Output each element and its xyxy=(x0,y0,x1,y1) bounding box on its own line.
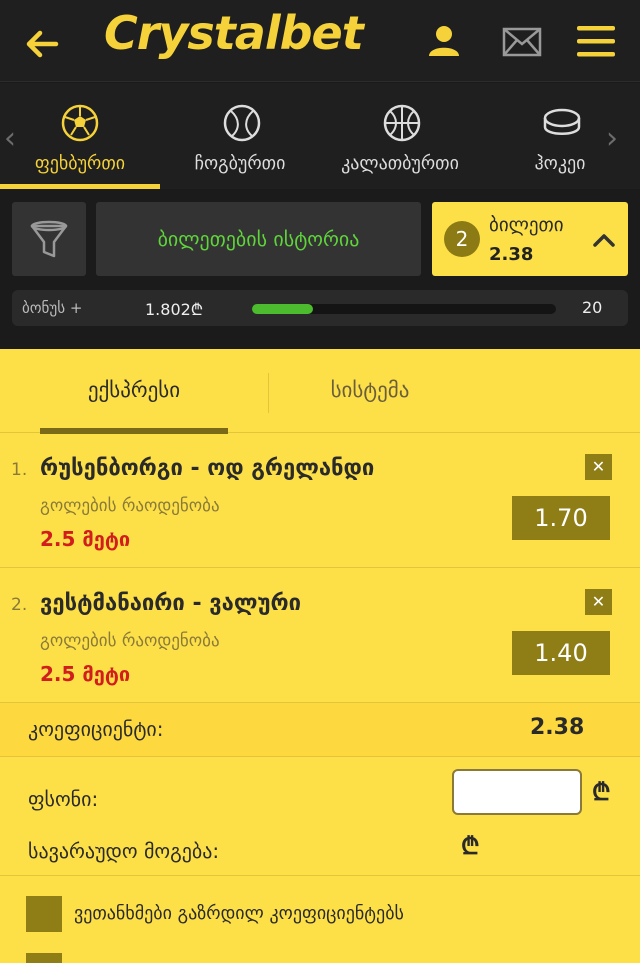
tab-divider xyxy=(268,373,269,413)
bet-pick: 2.5 მეტი xyxy=(40,662,131,686)
basketball-icon xyxy=(383,104,421,142)
bet-number: 2. xyxy=(11,595,28,615)
crystalbet-logo[interactable]: Crystalbet xyxy=(104,6,364,60)
ticket-label: ბილეთი xyxy=(489,214,564,236)
sports-tab-bar: ‹ ფეხბურთი ჩოგბურთი კალათბურთი ჰოკეი › xyxy=(0,83,640,189)
bonus-progress-fill xyxy=(252,304,313,314)
accept-odds-checkbox[interactable] xyxy=(26,896,62,932)
ticket-summary-button[interactable]: 2 ბილეთი 2.38 xyxy=(432,202,628,276)
divider xyxy=(0,875,640,876)
bonus-label: ბონუს + xyxy=(22,299,83,317)
bet-number: 1. xyxy=(11,460,28,480)
filter-button[interactable] xyxy=(12,202,86,276)
bet-odd: 1.40 xyxy=(512,631,610,675)
bonus-progress: ბონუს + 1.802₾ 20 xyxy=(12,290,628,326)
tab-soccer-label: ფეხბურთი xyxy=(34,153,126,174)
ticket-count-badge: 2 xyxy=(444,221,480,257)
betslip-panel: ექსპრესი სისტემა 1. რუსენბორგი - ოდ გრელ… xyxy=(0,349,640,963)
user-icon[interactable] xyxy=(422,20,466,64)
hockey-puck-icon xyxy=(543,108,581,135)
remove-bet-button[interactable]: ✕ xyxy=(585,454,612,480)
potential-win-label: სავარაუდო მოგება: xyxy=(28,839,220,863)
close-icon: ✕ xyxy=(591,592,606,611)
chevron-up-icon xyxy=(593,234,615,247)
bet-match: ვესტმანაირი - ვალური xyxy=(40,591,301,616)
tab-basketball[interactable]: კალათბურთი xyxy=(320,83,480,189)
bonus-target: 20 xyxy=(582,298,603,317)
tab-express[interactable]: ექსპრესი xyxy=(40,349,228,434)
total-coefficient-row: კოეფიციენტი: 2.38 xyxy=(0,703,640,757)
tab-hockey-label: ჰოკეი xyxy=(534,153,586,174)
bonus-progress-track xyxy=(252,304,556,314)
coefficient-label: კოეფიციენტი: xyxy=(28,717,164,741)
hamburger-menu-icon[interactable] xyxy=(574,20,618,64)
accept-odds-label: ვეთანხმები გაზრდილ კოეფიციენტებს xyxy=(74,903,404,924)
tab-soccer[interactable]: ფეხბურთი xyxy=(0,83,160,189)
bet-market: გოლების რაოდენობა xyxy=(40,631,220,651)
lari-currency-icon: ₾ xyxy=(592,778,611,806)
bet-market: გოლების რაოდენობა xyxy=(40,496,220,516)
bet-odd: 1.70 xyxy=(512,496,610,540)
soccer-ball-icon xyxy=(61,104,99,142)
funnel-icon xyxy=(30,220,68,258)
bet-match: რუსენბორგი - ოდ გრელანდი xyxy=(40,456,375,481)
active-tab-indicator xyxy=(0,184,160,189)
betslip-controls: ბილეთების ისტორია 2 ბილეთი 2.38 ბონუს + … xyxy=(0,190,640,348)
option-checkbox[interactable] xyxy=(26,953,62,963)
bonus-amount: 1.802₾ xyxy=(145,300,204,319)
ticket-odds: 2.38 xyxy=(489,244,534,265)
tab-system[interactable]: სისტემა xyxy=(270,349,470,433)
scroll-right-icon[interactable]: › xyxy=(606,121,618,156)
bet-item: 2. ვესტმანაირი - ვალური გოლების რაოდენობ… xyxy=(0,569,640,703)
stake-label: ფსონი: xyxy=(28,787,99,811)
coefficient-value: 2.38 xyxy=(530,715,585,740)
tab-system-label: სისტემა xyxy=(330,378,410,402)
mail-icon[interactable] xyxy=(500,20,544,64)
bet-pick: 2.5 მეტი xyxy=(40,527,131,551)
close-icon: ✕ xyxy=(591,457,606,476)
back-arrow-icon[interactable] xyxy=(22,24,62,64)
lari-currency-icon: ₾ xyxy=(461,832,480,860)
betslip-tabs: ექსპრესი სისტემა xyxy=(0,349,640,434)
tennis-ball-icon xyxy=(223,104,261,142)
stake-input[interactable] xyxy=(452,769,582,815)
remove-bet-button[interactable]: ✕ xyxy=(585,589,612,615)
tab-tennis-label: ჩოგბურთი xyxy=(194,153,286,174)
tab-basketball-label: კალათბურთი xyxy=(341,153,459,174)
bet-item: 1. რუსენბორგი - ოდ გრელანდი გოლების რაოდ… xyxy=(0,434,640,568)
tab-tennis[interactable]: ჩოგბურთი xyxy=(160,83,320,189)
app-header: Crystalbet xyxy=(0,0,640,82)
tab-express-label: ექსპრესი xyxy=(87,378,181,402)
ticket-history-button[interactable]: ბილეთების ისტორია xyxy=(96,202,421,276)
